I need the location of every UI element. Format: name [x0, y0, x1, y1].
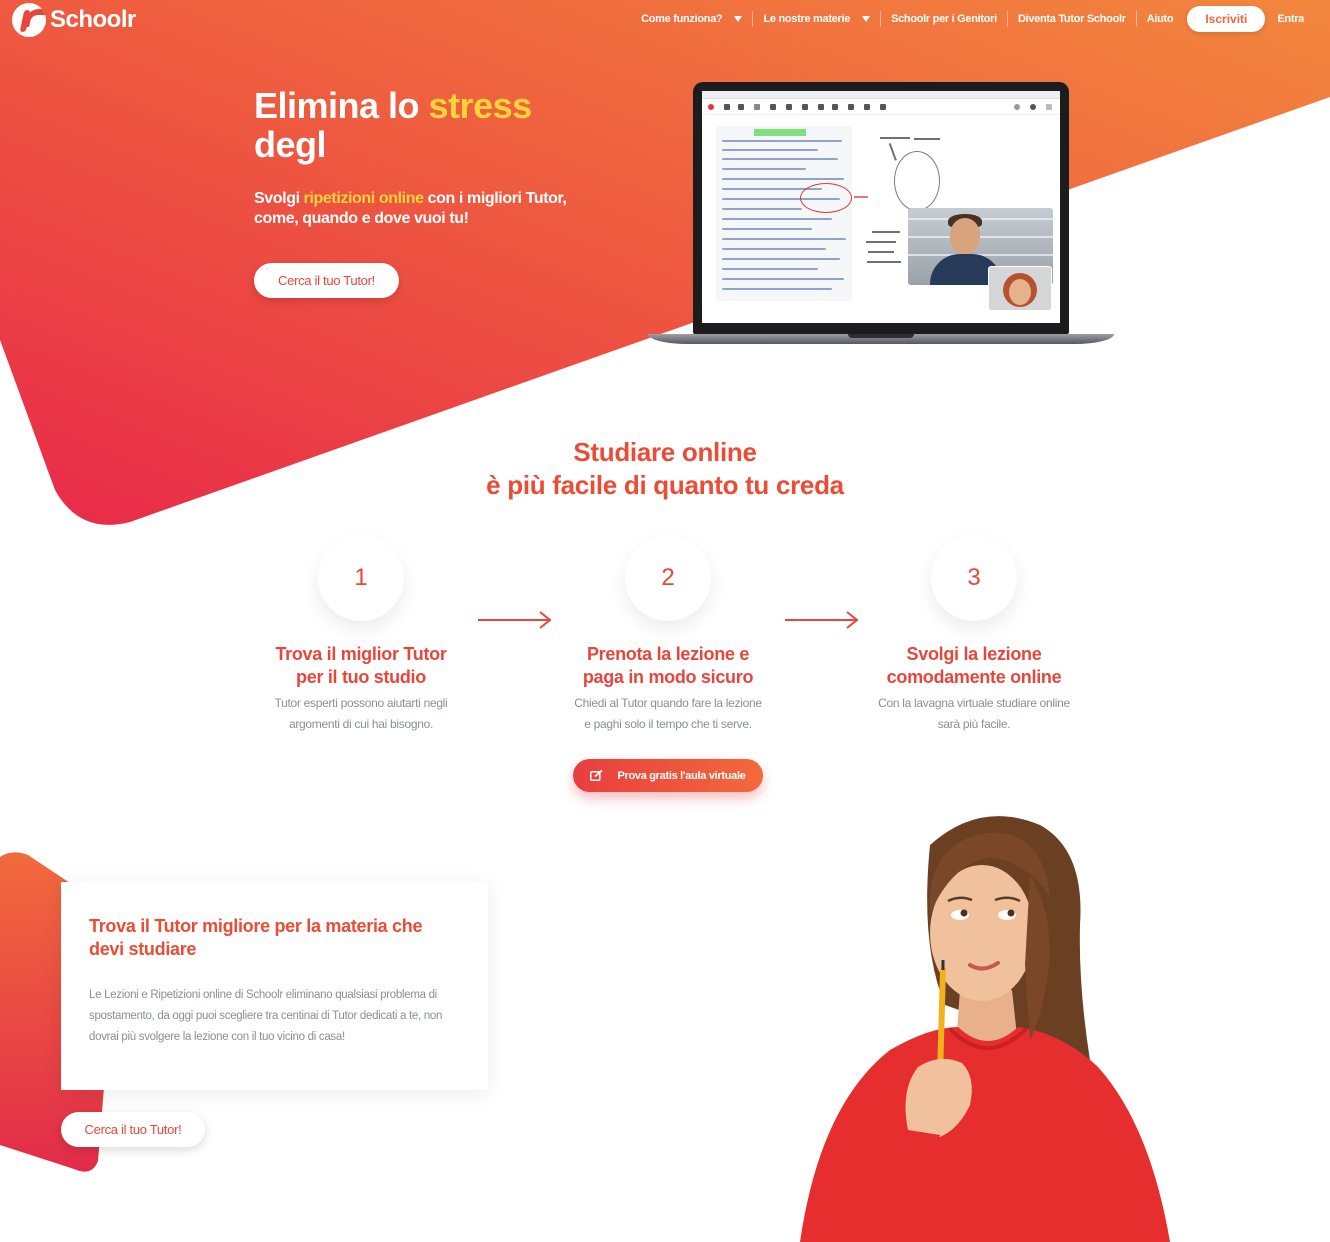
- step-title-line2: comodamente online: [886, 667, 1062, 687]
- hero-title-part2: degl: [254, 124, 327, 165]
- steps-title-line1: Studiare online: [573, 437, 757, 467]
- steps-section-title: Studiare online è più facile di quanto t…: [0, 436, 1330, 502]
- nav-item-genitori[interactable]: Schoolr per i Genitori: [881, 11, 1008, 27]
- hero-title: Elimina lo stress degl: [254, 86, 634, 164]
- math-worksheet: [716, 126, 852, 301]
- step-text-line1: Con la lavagna virtuale studiare online: [878, 696, 1070, 710]
- hero-search-tutor-button[interactable]: Cerca il tuo Tutor!: [254, 263, 399, 298]
- step-text-line2: sarà più facile.: [937, 717, 1011, 731]
- hero-title-part1: Elimina lo: [254, 85, 429, 126]
- nav-item-label: Schoolr per i Genitori: [891, 13, 997, 25]
- tutor-card-text: Le Lezioni e Ripetizioni online di Schoo…: [89, 989, 443, 1043]
- edit-icon: [590, 770, 604, 781]
- step-1: 1 Trova il miglior Tutor per il tuo stud…: [241, 535, 481, 735]
- hero-subtitle-highlight: ripetizioni online: [303, 190, 424, 207]
- caret-down-icon: [734, 16, 743, 22]
- thinking-girl-image: [800, 816, 1170, 1242]
- caret-down-icon: [862, 16, 871, 22]
- try-virtual-classroom-button[interactable]: Prova gratis l'aula virtuale: [573, 759, 763, 792]
- login-link[interactable]: Entra: [1267, 11, 1314, 27]
- step-title-line2: per il tuo studio: [296, 667, 426, 687]
- step-number: 3: [931, 535, 1017, 621]
- laptop-illustration: [648, 82, 1114, 350]
- laptop-screen: [693, 82, 1069, 334]
- virtual-classroom-screenshot: [702, 91, 1060, 323]
- top-navbar: Schoolr Come funziona? Le nostre materie…: [0, 0, 1330, 38]
- step-description: Con la lavagna virtuale studiare online …: [854, 693, 1094, 735]
- step-title: Trova il miglior Tutor per il tuo studio: [241, 643, 481, 689]
- steps-title-line2: è più facile di quanto tu creda: [486, 470, 844, 500]
- step-title-line2: paga in modo sicuro: [582, 667, 754, 687]
- step-description: Tutor esperti possono aiutarti negli arg…: [241, 693, 481, 735]
- step-text-line2: argomenti di cui hai bisogno.: [288, 717, 434, 731]
- brand-name: Schoolr: [50, 6, 136, 33]
- brand-logo[interactable]: Schoolr: [12, 3, 136, 37]
- step-text-line1: Tutor esperti possono aiutarti negli: [274, 696, 448, 710]
- signup-button[interactable]: Iscriviti: [1187, 6, 1266, 32]
- nav-item-label: Come funziona?: [641, 13, 723, 25]
- hero-subtitle: Svolgi ripetizioni online con i migliori…: [254, 189, 614, 229]
- step-2: 2 Prenota la lezione e paga in modo sicu…: [548, 535, 788, 735]
- arrow-right-icon: [785, 611, 859, 629]
- step-title: Prenota la lezione e paga in modo sicuro: [548, 643, 788, 689]
- nav-item-diventa-tutor[interactable]: Diventa Tutor Schoolr: [1008, 11, 1137, 27]
- step-text-line1: Chiedi al Tutor quando fare la lezione: [574, 696, 762, 710]
- step-title-line1: Prenota la lezione e: [586, 644, 750, 664]
- student-video-feed: [988, 266, 1052, 311]
- tutor-info-card: Trova il Tutor migliore per la materia c…: [61, 882, 488, 1090]
- step-description: Chiedi al Tutor quando fare la lezione e…: [548, 693, 788, 735]
- nav-item-come-funziona[interactable]: Come funziona?: [631, 11, 754, 27]
- tutor-card-title: Trova il Tutor migliore per la materia c…: [89, 916, 423, 959]
- step-text-line2: e paghi solo il tempo che ti serve.: [584, 717, 752, 731]
- nav-item-label: Aiuto: [1146, 13, 1174, 25]
- nav-item-materie[interactable]: Le nostre materie: [753, 11, 882, 27]
- hero-title-highlight: stress: [428, 85, 533, 126]
- step-title: Svolgi la lezione comodamente online: [854, 643, 1094, 689]
- step-title-line1: Svolgi la lezione: [906, 644, 1042, 664]
- step-number: 2: [625, 535, 711, 621]
- nav-item-label: Diventa Tutor Schoolr: [1017, 13, 1126, 25]
- nav-item-aiuto[interactable]: Aiuto: [1137, 11, 1184, 27]
- main-nav: Come funziona? Le nostre materie Schoolr…: [631, 6, 1314, 32]
- nav-item-label: Le nostre materie: [763, 13, 851, 25]
- laptop-notch: [848, 334, 914, 338]
- schoolr-logo-icon: [12, 3, 46, 37]
- step-number: 1: [318, 535, 404, 621]
- step-title-line1: Trova il miglior Tutor: [275, 644, 447, 664]
- arrow-right-icon: [478, 611, 552, 629]
- tutor-search-button[interactable]: Cerca il tuo Tutor!: [61, 1112, 205, 1147]
- hero-subtitle-part1: Svolgi: [254, 190, 304, 207]
- try-virtual-classroom-label: Prova gratis l'aula virtuale: [617, 769, 746, 782]
- step-3: 3 Svolgi la lezione comodamente online C…: [854, 535, 1094, 735]
